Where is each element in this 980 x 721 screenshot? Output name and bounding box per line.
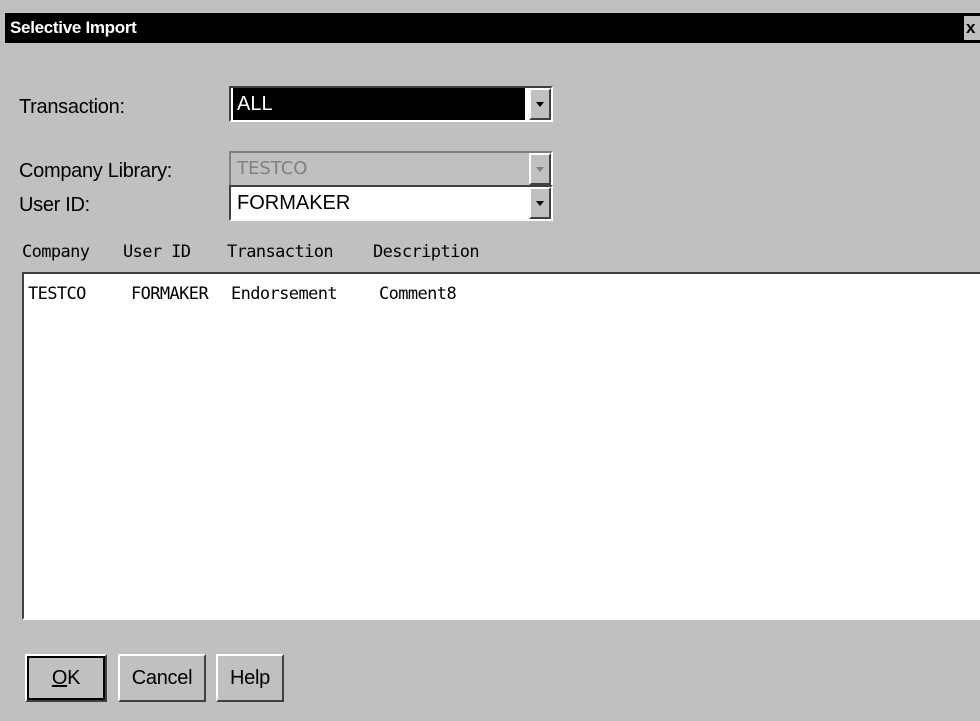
chevron-down-icon [536, 166, 544, 172]
transaction-label: Transaction: [19, 96, 125, 118]
row-user-id: FORMAKER [131, 284, 209, 304]
user-id-dropdown-arrow[interactable] [529, 187, 551, 219]
company-library-value: TESTCO [237, 158, 308, 179]
row-transaction: Endorsement [231, 284, 338, 304]
ok-button[interactable]: OK [25, 654, 107, 702]
user-id-label: User ID: [19, 194, 90, 216]
cancel-button[interactable]: Cancel [118, 654, 206, 702]
selective-import-dialog: Selective Import x Transaction: ALL Comp… [0, 0, 980, 721]
transaction-value: ALL [233, 88, 525, 120]
list-item[interactable]: TESTCO FORMAKER Endorsement Comment8 [24, 284, 980, 306]
company-library-label: Company Library: [19, 160, 173, 182]
chevron-down-icon [536, 101, 544, 107]
transaction-dropdown-arrow[interactable] [529, 88, 551, 120]
title-bar[interactable]: Selective Import x [5, 13, 980, 43]
company-library-dropdown: TESTCO [229, 151, 553, 187]
help-button[interactable]: Help [216, 654, 284, 702]
chevron-down-icon [536, 200, 544, 206]
close-icon[interactable]: x [964, 16, 980, 40]
column-header-company: Company [22, 242, 90, 262]
column-header-transaction: Transaction [227, 242, 334, 262]
row-description: Comment8 [379, 284, 457, 304]
user-id-value: FORMAKER [237, 192, 351, 214]
column-header-description: Description [373, 242, 480, 262]
import-list[interactable]: TESTCO FORMAKER Endorsement Comment8 [22, 272, 980, 620]
user-id-dropdown[interactable]: FORMAKER [229, 185, 553, 221]
ok-label: K [67, 666, 81, 689]
column-header-user-id: User ID [123, 242, 191, 262]
window-title: Selective Import [10, 18, 137, 37]
ok-mnemonic: O [51, 666, 68, 689]
transaction-dropdown[interactable]: ALL [229, 86, 553, 122]
row-company: TESTCO [28, 284, 86, 304]
company-library-dropdown-arrow [529, 153, 551, 185]
